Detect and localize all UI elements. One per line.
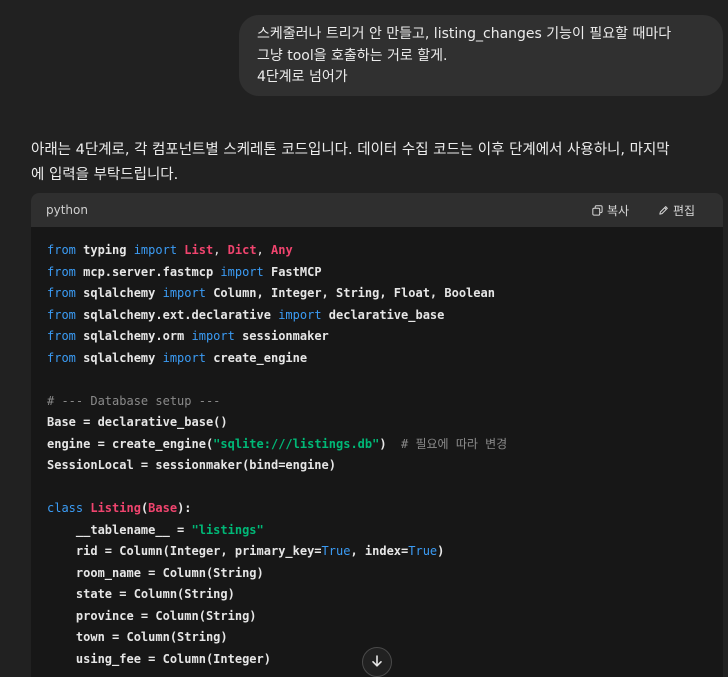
code-token: province = Column(String) xyxy=(47,608,257,623)
code-token: from xyxy=(47,286,84,300)
code-token: , index= xyxy=(350,544,409,558)
code-line: SessionLocal = sessionmaker(bind=engine) xyxy=(47,455,507,477)
code-token: FastMCP xyxy=(270,264,322,279)
code-line: province = Column(String) xyxy=(47,606,507,628)
code-line: engine = create_engine("sqlite:///listin… xyxy=(47,434,507,456)
code-line: from sqlalchemy import create_engine xyxy=(47,348,507,370)
user-message-bubble: 스케줄러나 트리거 안 만들고, listing_changes 기능이 필요할… xyxy=(239,15,723,96)
code-token: ): xyxy=(177,501,192,515)
code-line: from typing import List, Dict, Any xyxy=(47,240,507,262)
code-token: import xyxy=(162,286,214,300)
code-token: sqlalchemy xyxy=(83,286,163,300)
code-token: "sqlite:///listings.db" xyxy=(213,436,380,451)
chat-page: 스케줄러나 트리거 안 만들고, listing_changes 기능이 필요할… xyxy=(0,0,728,677)
code-token: ) xyxy=(379,436,402,451)
code-line: state = Column(String) xyxy=(47,584,507,606)
code-token: Dict xyxy=(227,243,257,257)
code-token: from xyxy=(47,264,84,279)
code-token: state = Column(String) xyxy=(47,587,235,601)
code-line: Base = declarative_base() xyxy=(47,412,507,434)
user-message-line: 그냥 tool을 호출하는 거로 할게. xyxy=(257,47,448,64)
code-token: from xyxy=(47,329,84,343)
code-token: "listings" xyxy=(191,522,264,537)
code-token: sessionmaker xyxy=(242,329,329,343)
code-line: __tablename__ = "listings" xyxy=(47,520,507,542)
code-token: declarative_base xyxy=(328,307,445,322)
code-line: from sqlalchemy import Column, Integer, … xyxy=(47,283,507,305)
code-token: # --- Database setup --- xyxy=(47,393,221,408)
code-line: from sqlalchemy.ext.declarative import d… xyxy=(47,305,507,327)
code-token: List xyxy=(184,243,214,257)
code-token: sqlalchemy.orm xyxy=(83,329,192,343)
code-content: from typing import List, Dict, Any from m… xyxy=(47,240,507,670)
code-token: using_fee = Column(Integer) xyxy=(47,651,271,666)
code-token: ) xyxy=(437,544,445,558)
code-token: from xyxy=(47,243,84,257)
code-block-header: python 복사 편집 xyxy=(31,193,723,227)
edit-code-button[interactable]: 편집 xyxy=(658,202,695,219)
code-token: sqlalchemy.ext.declarative xyxy=(83,307,279,322)
code-token: True xyxy=(408,544,438,558)
code-token: room_name = Column(String) xyxy=(47,565,264,580)
code-token: import xyxy=(133,243,185,257)
code-token: create_engine xyxy=(213,350,308,365)
edit-pen-icon xyxy=(658,205,669,216)
code-token: mcp.server.fastmcp xyxy=(83,264,221,279)
code-token: Base xyxy=(148,501,178,515)
copy-button-label: 복사 xyxy=(607,204,630,218)
user-message-line: 스케줄러나 트리거 안 만들고, listing_changes 기능이 필요할… xyxy=(257,26,672,42)
arrow-down-icon xyxy=(370,653,384,672)
copy-code-button[interactable]: 복사 xyxy=(592,202,629,219)
code-token: SessionLocal = sessionmaker(bind=engine) xyxy=(47,458,336,472)
user-message-line: 4단계로 넘어가 xyxy=(257,69,348,85)
code-token: Any xyxy=(271,243,293,257)
code-line: using_fee = Column(Integer) xyxy=(47,649,507,671)
code-token: class xyxy=(47,501,91,515)
code-block: python 복사 편집 from typing import List, Di… xyxy=(31,193,723,677)
code-line: rid = Column(Integer, primary_key=True, … xyxy=(47,541,507,563)
code-line: # --- Database setup --- xyxy=(47,391,507,413)
code-token: sqlalchemy xyxy=(83,350,163,365)
code-token: # 필요에 따라 변경 xyxy=(401,436,508,451)
code-line: class Listing(Base): xyxy=(47,498,507,520)
scroll-to-bottom-button[interactable] xyxy=(362,647,392,677)
assistant-reply-line: 아래는 4단계로, 각 컴포넌트별 스케레톤 코드입니다. 데이터 수집 코드는… xyxy=(31,142,670,158)
code-token: True xyxy=(321,544,351,558)
code-token: Base = declarative_base() xyxy=(47,415,228,429)
code-line: from mcp.server.fastmcp import FastMCP xyxy=(47,262,507,284)
code-token: rid = Column(Integer, primary_key= xyxy=(47,544,322,558)
assistant-reply-intro: 아래는 4단계로, 각 컴포넌트별 스케레톤 코드입니다. 데이터 수집 코드는… xyxy=(31,138,721,188)
copy-icon xyxy=(592,205,603,216)
code-line: town = Column(String) xyxy=(47,627,507,649)
code-line: room_name = Column(String) xyxy=(47,563,507,585)
code-token: import xyxy=(220,264,271,279)
assistant-reply-line: 에 입력을 부탁드립니다. xyxy=(31,167,179,183)
code-token: from xyxy=(47,350,84,365)
code-language-label: python xyxy=(46,203,88,217)
code-token: import xyxy=(162,350,214,365)
code-line: from sqlalchemy.orm import sessionmaker xyxy=(47,326,507,348)
code-token: engine = create_engine( xyxy=(47,436,214,451)
code-token: Column, Integer, String, Float, Boolean xyxy=(213,286,495,300)
code-token: , xyxy=(213,243,228,257)
code-token: __tablename__ = xyxy=(47,522,192,537)
code-token: Listing xyxy=(90,501,141,515)
code-token: typing xyxy=(83,243,134,257)
edit-button-label: 편집 xyxy=(673,204,696,218)
code-token: from xyxy=(47,307,84,322)
code-token: , xyxy=(256,243,271,257)
code-token: import xyxy=(191,329,243,343)
code-token: import xyxy=(278,307,329,322)
code-token: town = Column(String) xyxy=(47,630,228,644)
